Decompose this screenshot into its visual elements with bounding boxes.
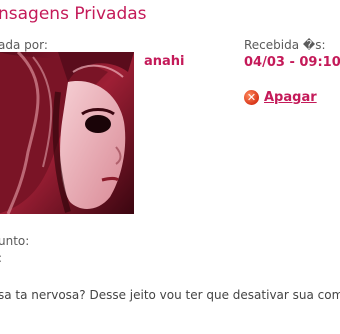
delete-icon: ✕ [244, 90, 259, 105]
subject-label: unto: [0, 234, 30, 248]
received-label: Recebida �s: [244, 38, 326, 52]
sender-name[interactable]: anahi [144, 54, 185, 69]
sender-avatar [0, 52, 134, 214]
delete-button[interactable]: ✕ Apagar [244, 90, 317, 105]
sender-label: ada por: [0, 38, 48, 52]
message-body: sa ta nervosa? Desse jeito vou ter que d… [0, 288, 340, 302]
delete-label[interactable]: Apagar [264, 90, 317, 105]
received-date: 04/03 - 09:10 [244, 55, 340, 70]
page-title: nsagens Privadas [0, 4, 147, 24]
subject-value: : [0, 251, 2, 265]
